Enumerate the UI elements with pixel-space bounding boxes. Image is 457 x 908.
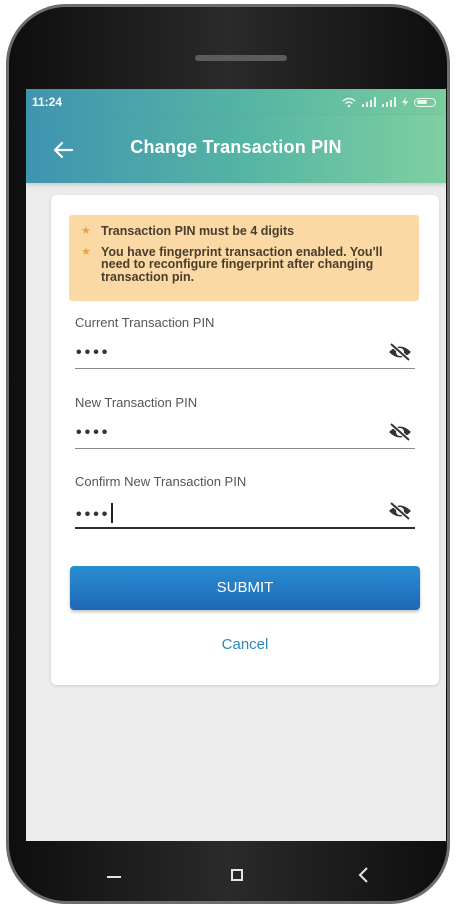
new-pin-field[interactable]: New Transaction PIN •••• <box>75 395 415 453</box>
charging-icon <box>402 97 408 107</box>
new-pin-input[interactable]: •••• <box>76 424 110 442</box>
phone-frame: 11:24 Change Transaction PIN ★ Transacti… <box>6 4 450 904</box>
underline-active <box>75 527 415 529</box>
confirm-pin-field[interactable]: Confirm New Transaction PIN •••• <box>75 474 415 532</box>
app-bar: Change Transaction PIN <box>26 115 446 183</box>
confirm-pin-input[interactable]: •••• <box>76 503 114 524</box>
current-pin-field[interactable]: Current Transaction PIN •••• <box>75 315 415 373</box>
page-title: Change Transaction PIN <box>130 137 342 157</box>
notice-text: You have fingerprint transaction enabled… <box>101 244 383 284</box>
battery-icon <box>414 97 436 107</box>
text-cursor <box>111 503 114 523</box>
eye-slash-icon[interactable] <box>387 342 413 362</box>
eye-slash-icon[interactable] <box>387 422 413 442</box>
signal-icon <box>362 97 376 107</box>
screen: 11:24 Change Transaction PIN ★ Transacti… <box>26 89 446 841</box>
home-icon[interactable] <box>231 869 243 881</box>
wifi-icon <box>342 97 356 107</box>
status-icons <box>342 97 436 108</box>
cancel-link[interactable]: Cancel <box>51 636 439 653</box>
confirm-pin-value: •••• <box>76 506 111 523</box>
status-time: 11:24 <box>32 95 63 109</box>
star-icon: ★ <box>81 245 91 258</box>
new-pin-label: New Transaction PIN <box>75 395 198 410</box>
form-card: ★ Transaction PIN must be 4 digits ★ You… <box>51 195 439 685</box>
current-pin-label: Current Transaction PIN <box>75 315 215 330</box>
confirm-pin-label: Confirm New Transaction PIN <box>75 474 247 489</box>
star-icon: ★ <box>81 225 91 237</box>
underline <box>75 368 415 369</box>
speaker-grille <box>195 55 287 61</box>
eye-slash-icon[interactable] <box>387 501 413 521</box>
system-nav-bar <box>9 841 453 903</box>
notice-item: ★ Transaction PIN must be 4 digits <box>81 225 407 238</box>
menu-icon[interactable] <box>107 876 121 878</box>
status-bar: 11:24 <box>26 89 446 115</box>
submit-button[interactable]: SUBMIT <box>70 566 420 610</box>
current-pin-input[interactable]: •••• <box>76 344 110 362</box>
underline <box>75 448 415 449</box>
notice-item: ★ You have fingerprint transaction enabl… <box>81 244 407 284</box>
signal-icon <box>382 97 396 107</box>
notice-text: Transaction PIN must be 4 digits <box>101 224 295 238</box>
notice-box: ★ Transaction PIN must be 4 digits ★ You… <box>69 215 419 301</box>
back-chevron-icon[interactable] <box>356 865 372 885</box>
